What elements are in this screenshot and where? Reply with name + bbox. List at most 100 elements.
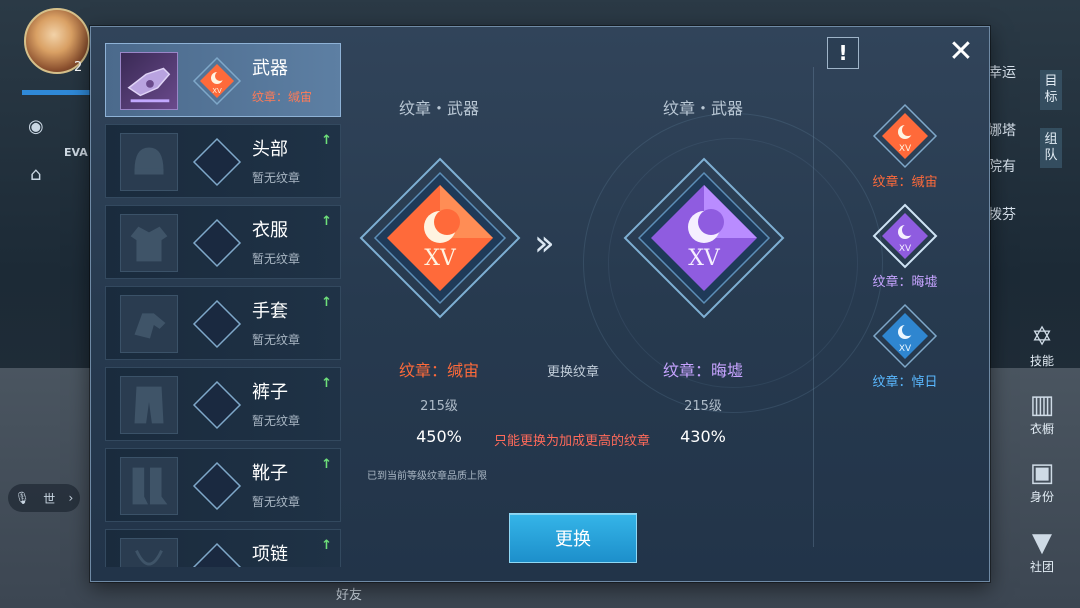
crescent-star-emblem-icon: XV: [872, 203, 938, 269]
svg-text:XV: XV: [899, 144, 912, 154]
pants-icon: [134, 386, 164, 424]
emblem-option-name: 纹章：悼日: [872, 375, 938, 390]
upgrade-arrow-icon: ↑: [321, 376, 332, 391]
hud-text-3: 院有: [988, 159, 1016, 175]
emblem-compare-panel: 纹章・武器 纹章・武器 XV ›› XV 纹章：缄宙 更换纹章 纹章：晦墟 21…: [353, 43, 883, 567]
empty-emblem-slot-icon: [192, 299, 242, 349]
slot-name: 衣服: [252, 220, 288, 241]
slot-head[interactable]: 头部 暂无纹章 ↑: [105, 124, 341, 198]
chat-channel-label: 世: [43, 491, 56, 506]
svg-text:XV: XV: [424, 246, 457, 271]
boots-thumbnail: [120, 457, 178, 515]
slot-boots[interactable]: 靴子 暂无纹章 ↑: [105, 448, 341, 522]
upgrade-arrow-icon: ↑: [321, 457, 332, 472]
slot-name: 项链: [252, 544, 288, 565]
skills-button[interactable]: ✡ 技能: [1012, 322, 1072, 369]
shirt-icon: [130, 226, 168, 262]
slot-name: 头部: [252, 139, 288, 160]
slot-clothes[interactable]: 衣服 暂无纹章 ↑: [105, 205, 341, 279]
boots-icon: [132, 467, 168, 505]
chevron-right-icon: ›: [68, 491, 74, 505]
current-emblem-title: 纹章・武器: [398, 99, 479, 118]
necklace-icon: [135, 549, 163, 566]
svg-text:XV: XV: [899, 344, 912, 354]
swap-label: 更换纹章: [546, 365, 599, 380]
hud-text-2: 娜塔: [988, 123, 1016, 139]
replace-button[interactable]: 更换: [509, 513, 637, 563]
friends-button[interactable]: 好友: [336, 584, 362, 603]
new-emblem-bonus: 430%: [680, 427, 726, 446]
right-hud: 幸运 娜塔 院有 拨芬 目标 组队 ✡ 技能 ▥ 衣橱 ▣ 身份 ▼ 社团: [986, 28, 1080, 608]
slot-name: 裤子: [252, 382, 288, 403]
crescent-star-emblem-icon: XV: [192, 56, 242, 106]
hud-text-1: 幸运: [988, 65, 1016, 81]
wardrobe-button[interactable]: ▥ 衣橱: [1012, 390, 1072, 437]
current-emblem-name: 纹章：缄宙: [398, 361, 479, 380]
player-name: EVA: [64, 146, 88, 159]
microphone-icon: 🎙: [14, 491, 30, 505]
emblem-dialog: XV 武器 纹章：缄宙 头部 暂无纹章 ↑ 衣服 暂无纹章 ↑ 手套 暂无纹章 …: [90, 26, 990, 582]
slot-necklace[interactable]: 项链 ↑: [105, 529, 341, 567]
divider: [813, 67, 814, 547]
emblem-option-name: 纹章：缄宙: [872, 175, 938, 190]
weapon-icon: [127, 67, 171, 103]
quality-limit-note: 已到当前等级纹章品质上限: [367, 471, 487, 482]
necklace-thumbnail: [120, 538, 178, 567]
wardrobe-label: 衣橱: [1029, 422, 1054, 436]
slot-emblem-status: 暂无纹章: [252, 495, 301, 509]
empty-emblem-slot-icon: [192, 380, 242, 430]
emblem-option-name: 纹章：晦墟: [872, 275, 938, 290]
helmet-icon: [134, 147, 164, 175]
new-emblem-icon: XV: [623, 157, 785, 319]
glove-icon: [134, 313, 166, 339]
emblem-option-list[interactable]: XV 纹章：缄宙 XV 纹章：晦墟 XV 纹章：悼日: [853, 103, 957, 403]
upgrade-arrow-icon: ↑: [321, 214, 332, 229]
current-emblem-icon: XV: [359, 157, 521, 319]
slot-gloves[interactable]: 手套 暂无纹章 ↑: [105, 286, 341, 360]
guild-label: 社团: [1029, 560, 1054, 574]
player-energy-bar: [22, 90, 92, 95]
guild-icon: ▼: [1032, 528, 1052, 558]
home-icon[interactable]: ⌂: [30, 164, 41, 185]
new-emblem-title: 纹章・武器: [662, 99, 743, 118]
current-emblem-level: 215级: [420, 399, 458, 414]
slot-pants[interactable]: 裤子 暂无纹章 ↑: [105, 367, 341, 441]
svg-text:XV: XV: [212, 87, 222, 95]
emblem-option-2[interactable]: XV 纹章：晦墟: [853, 203, 957, 290]
tab-target[interactable]: 目标: [1040, 70, 1062, 110]
weapon-thumbnail: [120, 52, 178, 110]
upgrade-arrow-icon: ↑: [321, 538, 332, 553]
emblem-option-3[interactable]: XV 纹章：悼日: [853, 303, 957, 390]
slot-emblem-status: 暂无纹章: [252, 252, 301, 266]
empty-emblem-slot-icon: [192, 542, 242, 567]
slot-name: 靴子: [252, 463, 288, 484]
wardrobe-icon: ▥: [1029, 390, 1055, 420]
svg-text:XV: XV: [688, 246, 721, 271]
eye-icon[interactable]: ◉: [28, 116, 44, 137]
upgrade-arrow-icon: ↑: [321, 295, 332, 310]
skills-label: 技能: [1029, 354, 1054, 368]
close-button[interactable]: ✕: [943, 35, 979, 71]
identity-label: 身份: [1029, 490, 1054, 504]
info-button[interactable]: !: [827, 37, 859, 69]
slot-weapon[interactable]: XV 武器 纹章：缄宙: [105, 43, 341, 117]
id-card-icon: ▣: [1029, 458, 1055, 488]
crescent-star-emblem-icon: XV: [872, 103, 938, 169]
transfer-arrow-icon: ››: [534, 223, 555, 264]
tab-team[interactable]: 组队: [1040, 128, 1062, 168]
emblem-option-1[interactable]: XV 纹章：缄宙: [853, 103, 957, 190]
slot-emblem-status: 暂无纹章: [252, 414, 301, 428]
new-emblem-level: 215级: [684, 399, 722, 414]
slot-emblem-name: 纹章：缄宙: [252, 90, 313, 104]
chat-button[interactable]: 🎙 世 ›: [8, 484, 80, 512]
slot-name: 武器: [252, 58, 288, 79]
gloves-thumbnail: [120, 295, 178, 353]
player-level: 2: [74, 60, 83, 75]
svg-text:XV: XV: [899, 244, 912, 254]
empty-emblem-slot-icon: [192, 137, 242, 187]
identity-button[interactable]: ▣ 身份: [1012, 458, 1072, 505]
upgrade-arrow-icon: ↑: [321, 133, 332, 148]
equipment-slot-list[interactable]: XV 武器 纹章：缄宙 头部 暂无纹章 ↑ 衣服 暂无纹章 ↑ 手套 暂无纹章 …: [105, 43, 343, 567]
empty-emblem-slot-icon: [192, 461, 242, 511]
guild-button[interactable]: ▼ 社团: [1012, 528, 1072, 575]
